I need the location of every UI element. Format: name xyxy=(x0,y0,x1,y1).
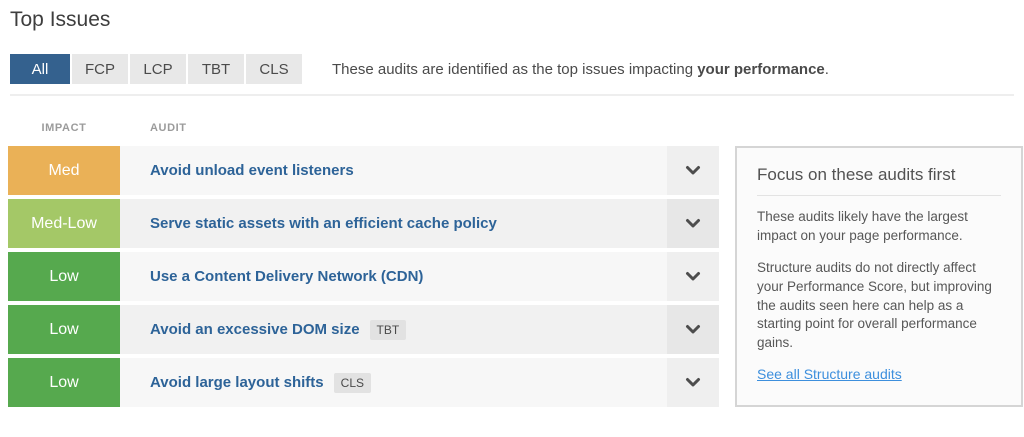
impact-column-header: IMPACT xyxy=(8,122,120,134)
tab-tbt[interactable]: TBT xyxy=(188,54,244,84)
tab-cls[interactable]: CLS xyxy=(246,54,302,84)
see-all-structure-audits-link[interactable]: See all Structure audits xyxy=(757,366,902,382)
metric-badge: CLS xyxy=(334,373,371,393)
filter-description-prefix: These audits are identified as the top i… xyxy=(332,61,697,78)
focus-panel-divider xyxy=(757,195,1001,196)
chevron-down-icon xyxy=(685,218,701,230)
audit-title-link[interactable]: Serve static assets with an efficient ca… xyxy=(150,215,497,232)
audit-title-link[interactable]: Use a Content Delivery Network (CDN) xyxy=(150,268,423,285)
impact-badge: Med-Low xyxy=(8,199,120,248)
audit-row-body: Serve static assets with an efficient ca… xyxy=(120,199,667,248)
expand-row-button[interactable] xyxy=(667,305,719,354)
filter-bar: AllFCPLCPTBTCLS These audits are identif… xyxy=(10,54,1014,84)
impact-badge: Low xyxy=(8,252,120,301)
impact-badge: Low xyxy=(8,305,120,354)
audit-row-body: Avoid unload event listeners xyxy=(120,146,667,195)
chevron-down-icon xyxy=(685,165,701,177)
audit-column-header: AUDIT xyxy=(120,122,187,134)
audit-title-link[interactable]: Avoid large layout shifts xyxy=(150,374,324,391)
audit-row-body: Avoid an excessive DOM size TBT xyxy=(120,305,667,354)
audit-row[interactable]: Med Avoid unload event listeners xyxy=(8,146,719,195)
audit-title-link[interactable]: Avoid unload event listeners xyxy=(150,162,354,179)
tab-fcp[interactable]: FCP xyxy=(72,54,128,84)
filter-description-suffix: . xyxy=(825,61,829,78)
metric-badge: TBT xyxy=(370,320,407,340)
focus-info-panel: Focus on these audits first These audits… xyxy=(735,146,1023,407)
metric-filter-tabs: AllFCPLCPTBTCLS xyxy=(10,54,302,84)
expand-row-button[interactable] xyxy=(667,358,719,407)
expand-row-button[interactable] xyxy=(667,199,719,248)
audit-row[interactable]: Low Avoid an excessive DOM size TBT xyxy=(8,305,719,354)
tab-all[interactable]: All xyxy=(10,54,70,84)
section-divider xyxy=(10,94,1014,96)
audit-table-rows: Med Avoid unload event listeners Med-Low… xyxy=(8,146,719,411)
audit-row-body: Use a Content Delivery Network (CDN) xyxy=(120,252,667,301)
expand-row-button[interactable] xyxy=(667,146,719,195)
impact-badge: Low xyxy=(8,358,120,407)
focus-panel-heading: Focus on these audits first xyxy=(757,165,1001,185)
table-column-headers: IMPACT AUDIT xyxy=(8,122,187,134)
impact-badge: Med xyxy=(8,146,120,195)
audit-row-body: Avoid large layout shifts CLS xyxy=(120,358,667,407)
filter-description-bold: your performance xyxy=(697,61,825,78)
focus-panel-paragraph: Structure audits do not directly affect … xyxy=(757,259,1001,352)
filter-description: These audits are identified as the top i… xyxy=(332,61,829,78)
audit-title-link[interactable]: Avoid an excessive DOM size xyxy=(150,321,360,338)
audit-row[interactable]: Low Use a Content Delivery Network (CDN) xyxy=(8,252,719,301)
audit-row[interactable]: Low Avoid large layout shifts CLS xyxy=(8,358,719,407)
page-title: Top Issues xyxy=(10,8,110,32)
audit-row[interactable]: Med-Low Serve static assets with an effi… xyxy=(8,199,719,248)
chevron-down-icon xyxy=(685,324,701,336)
tab-lcp[interactable]: LCP xyxy=(130,54,186,84)
chevron-down-icon xyxy=(685,377,701,389)
expand-row-button[interactable] xyxy=(667,252,719,301)
chevron-down-icon xyxy=(685,271,701,283)
focus-panel-paragraph: These audits likely have the largest imp… xyxy=(757,208,1001,245)
